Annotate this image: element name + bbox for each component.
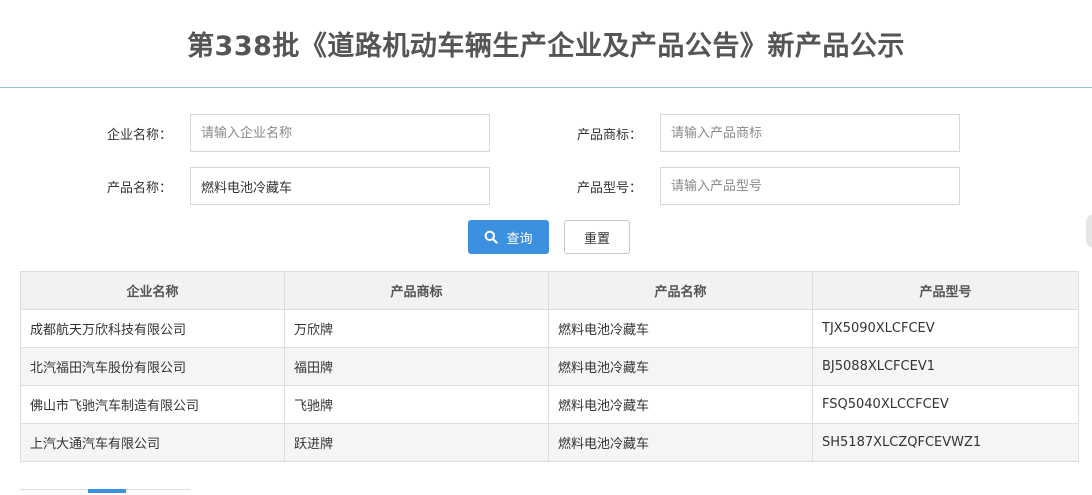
page-header: 第338批《道路机动车辆生产企业及产品公告》新产品公示: [0, 0, 1092, 88]
header-product: 产品名称: [548, 271, 813, 310]
cell-model: SH5187XLCZQFCEVWZ1: [812, 423, 1079, 462]
cell-model: BJ5088XLCFCEV1: [812, 347, 1079, 386]
cell-brand: 福田牌: [284, 347, 549, 386]
search-icon: [485, 230, 499, 244]
search-button-label: 查询: [506, 231, 533, 247]
company-input[interactable]: [190, 114, 490, 152]
reset-button[interactable]: 重置: [564, 220, 630, 254]
product-input[interactable]: [190, 167, 490, 205]
cell-company: 佛山市飞驰汽车制造有限公司: [20, 385, 285, 424]
table-row: 佛山市飞驰汽车制造有限公司 飞驰牌 燃料电池冷藏车 FSQ5040XLCCFCE…: [20, 385, 1079, 424]
cell-company: 成都航天万欣科技有限公司: [20, 309, 285, 348]
cell-model: TJX5090XLCFCEV: [812, 309, 1079, 348]
pagination: [20, 489, 190, 495]
cell-brand: 飞驰牌: [284, 385, 549, 424]
model-label: 产品型号：: [576, 181, 642, 196]
header-model: 产品型号: [812, 271, 1079, 310]
cell-product: 燃料电池冷藏车: [548, 347, 813, 386]
side-float-tab[interactable]: [1086, 214, 1092, 248]
header-company: 企业名称: [20, 271, 285, 310]
table-row: 成都航天万欣科技有限公司 万欣牌 燃料电池冷藏车 TJX5090XLCFCEV: [20, 309, 1079, 348]
pagination-active-page[interactable]: [88, 489, 126, 493]
search-button[interactable]: 查询: [468, 220, 549, 254]
cell-product: 燃料电池冷藏车: [548, 309, 813, 348]
cell-model: FSQ5040XLCCFCEV: [812, 385, 1079, 424]
cell-product: 燃料电池冷藏车: [548, 385, 813, 424]
header-brand: 产品商标: [284, 271, 549, 310]
table-row: 北汽福田汽车股份有限公司 福田牌 燃料电池冷藏车 BJ5088XLCFCEV1: [20, 347, 1079, 386]
cell-brand: 万欣牌: [284, 309, 549, 348]
brand-label: 产品商标：: [576, 128, 642, 143]
table-header-row: 企业名称 产品商标 产品名称 产品型号: [20, 271, 1079, 310]
cell-company: 上汽大通汽车有限公司: [20, 423, 285, 462]
page-title: 第338批《道路机动车辆生产企业及产品公告》新产品公示: [187, 31, 905, 62]
cell-company: 北汽福田汽车股份有限公司: [20, 347, 285, 386]
reset-button-label: 重置: [583, 231, 610, 247]
model-input[interactable]: [660, 167, 960, 205]
company-label: 企业名称：: [106, 128, 172, 143]
cell-product: 燃料电池冷藏车: [548, 423, 813, 462]
brand-input[interactable]: [660, 114, 960, 152]
table-row: 上汽大通汽车有限公司 跃进牌 燃料电池冷藏车 SH5187XLCZQFCEVWZ…: [20, 423, 1079, 462]
product-label: 产品名称：: [106, 181, 172, 196]
results-table: 企业名称 产品商标 产品名称 产品型号 成都航天万欣科技有限公司 万欣牌 燃料电…: [20, 271, 1079, 462]
cell-brand: 跃进牌: [284, 423, 549, 462]
